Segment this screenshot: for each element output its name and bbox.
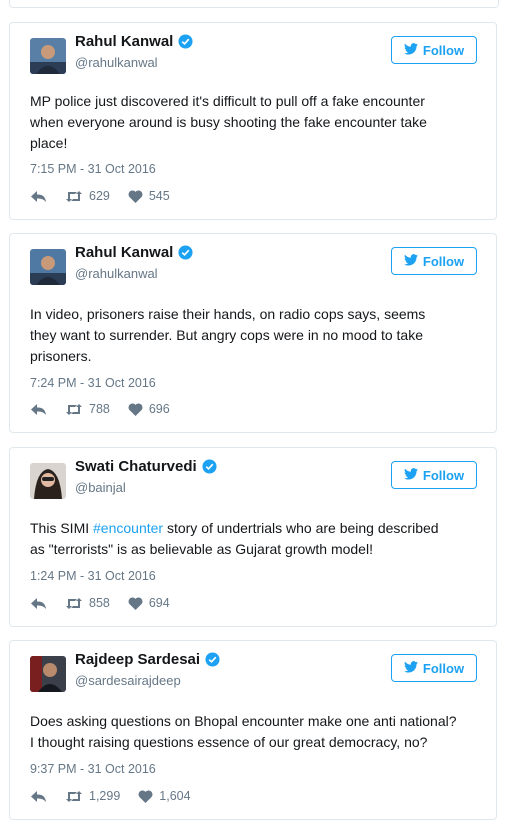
follow-button[interactable]: Follow (391, 654, 477, 682)
verified-badge-icon (178, 34, 193, 49)
like-count: 1,604 (159, 789, 191, 803)
verified-badge-icon (178, 245, 193, 260)
tweet-text: This SIMI #encounter story of undertrial… (30, 518, 478, 560)
display-name[interactable]: Swati Chaturvedi (75, 458, 217, 475)
follow-label: Follow (422, 253, 465, 269)
tweet-card: Rahul Kanwal @rahulkanwal Follow MP poli… (9, 22, 497, 220)
reply-button[interactable] (30, 790, 47, 803)
retweet-count: 858 (89, 596, 110, 610)
tweet-timestamp[interactable]: 7:15 PM - 31 Oct 2016 (30, 162, 156, 176)
tweet-timestamp[interactable]: 1:24 PM - 31 Oct 2016 (30, 569, 156, 583)
display-name[interactable]: Rahul Kanwal (75, 33, 193, 50)
tweet-actions: 629 545 (30, 189, 188, 203)
tweet-actions: 788 696 (30, 402, 188, 416)
tweet-card: Rahul Kanwal @rahulkanwal Follow In vide… (9, 233, 497, 433)
reply-icon (30, 597, 47, 610)
avatar[interactable] (30, 38, 66, 74)
retweet-icon (65, 190, 83, 203)
verified-badge-icon (202, 459, 217, 474)
like-button[interactable]: 545 (128, 189, 170, 203)
retweet-icon (65, 403, 83, 416)
tweet-text: In video, prisoners raise their hands, o… (30, 306, 426, 364)
retweet-count: 629 (89, 189, 110, 203)
like-count: 545 (148, 189, 170, 203)
like-count: 696 (148, 402, 170, 416)
heart-icon (128, 596, 143, 610)
display-name-text: Rahul Kanwal (75, 244, 174, 261)
twitter-bird-icon (403, 467, 418, 483)
tweet-card: Rajdeep Sardesai @sardesairajdeep Follow… (9, 640, 497, 820)
reply-button[interactable] (30, 403, 47, 416)
username[interactable]: @sardesairajdeep (75, 673, 181, 688)
tweet-timestamp[interactable]: 9:37 PM - 31 Oct 2016 (30, 762, 156, 776)
twitter-bird-icon (403, 253, 418, 269)
follow-button[interactable]: Follow (391, 36, 477, 64)
tweet-text-part: This SIMI (30, 520, 94, 536)
avatar[interactable] (30, 463, 66, 499)
follow-label: Follow (422, 42, 465, 58)
heart-icon (128, 189, 143, 203)
tweet-text: Does asking questions on Bhopal encounte… (30, 713, 457, 750)
reply-icon (30, 790, 47, 803)
twitter-bird-icon (403, 42, 418, 58)
follow-button[interactable]: Follow (391, 461, 477, 489)
tweet-actions: 1,299 1,604 (30, 789, 209, 803)
heart-icon (138, 789, 153, 803)
tweet-card: Swati Chaturvedi @bainjal Follow This SI… (9, 447, 497, 627)
retweet-button[interactable]: 858 (65, 596, 110, 610)
reply-icon (30, 403, 47, 416)
retweet-icon (65, 597, 83, 610)
display-name-text: Rajdeep Sardesai (75, 651, 201, 668)
display-name-text: Rahul Kanwal (75, 33, 174, 50)
hashtag-link[interactable]: #encounter (93, 520, 163, 536)
retweet-button[interactable]: 629 (65, 189, 110, 203)
display-name-text: Swati Chaturvedi (75, 458, 197, 475)
display-name[interactable]: Rajdeep Sardesai (75, 651, 220, 668)
previous-tweet-card-edge (9, 0, 499, 8)
retweet-button[interactable]: 1,299 (65, 789, 120, 803)
retweet-button[interactable]: 788 (65, 402, 110, 416)
reply-button[interactable] (30, 190, 47, 203)
username[interactable]: @rahulkanwal (75, 266, 158, 281)
tweet-text: MP police just discovered it's difficult… (30, 93, 427, 151)
verified-badge-icon (205, 652, 220, 667)
retweet-count: 788 (89, 402, 110, 416)
username[interactable]: @rahulkanwal (75, 55, 158, 70)
like-count: 694 (148, 596, 170, 610)
avatar[interactable] (30, 249, 66, 285)
retweet-count: 1,299 (89, 789, 121, 803)
like-button[interactable]: 1,604 (138, 789, 191, 803)
follow-label: Follow (422, 467, 465, 483)
tweet-timestamp[interactable]: 7:24 PM - 31 Oct 2016 (30, 376, 156, 390)
display-name[interactable]: Rahul Kanwal (75, 244, 193, 261)
avatar[interactable] (30, 656, 66, 692)
username[interactable]: @bainjal (75, 480, 126, 495)
tweet-actions: 858 694 (30, 596, 188, 610)
heart-icon (128, 402, 143, 416)
reply-button[interactable] (30, 597, 47, 610)
twitter-bird-icon (403, 660, 418, 676)
follow-button[interactable]: Follow (391, 247, 477, 275)
like-button[interactable]: 694 (128, 596, 170, 610)
follow-label: Follow (422, 660, 465, 676)
retweet-icon (65, 790, 83, 803)
reply-icon (30, 190, 47, 203)
like-button[interactable]: 696 (128, 402, 170, 416)
